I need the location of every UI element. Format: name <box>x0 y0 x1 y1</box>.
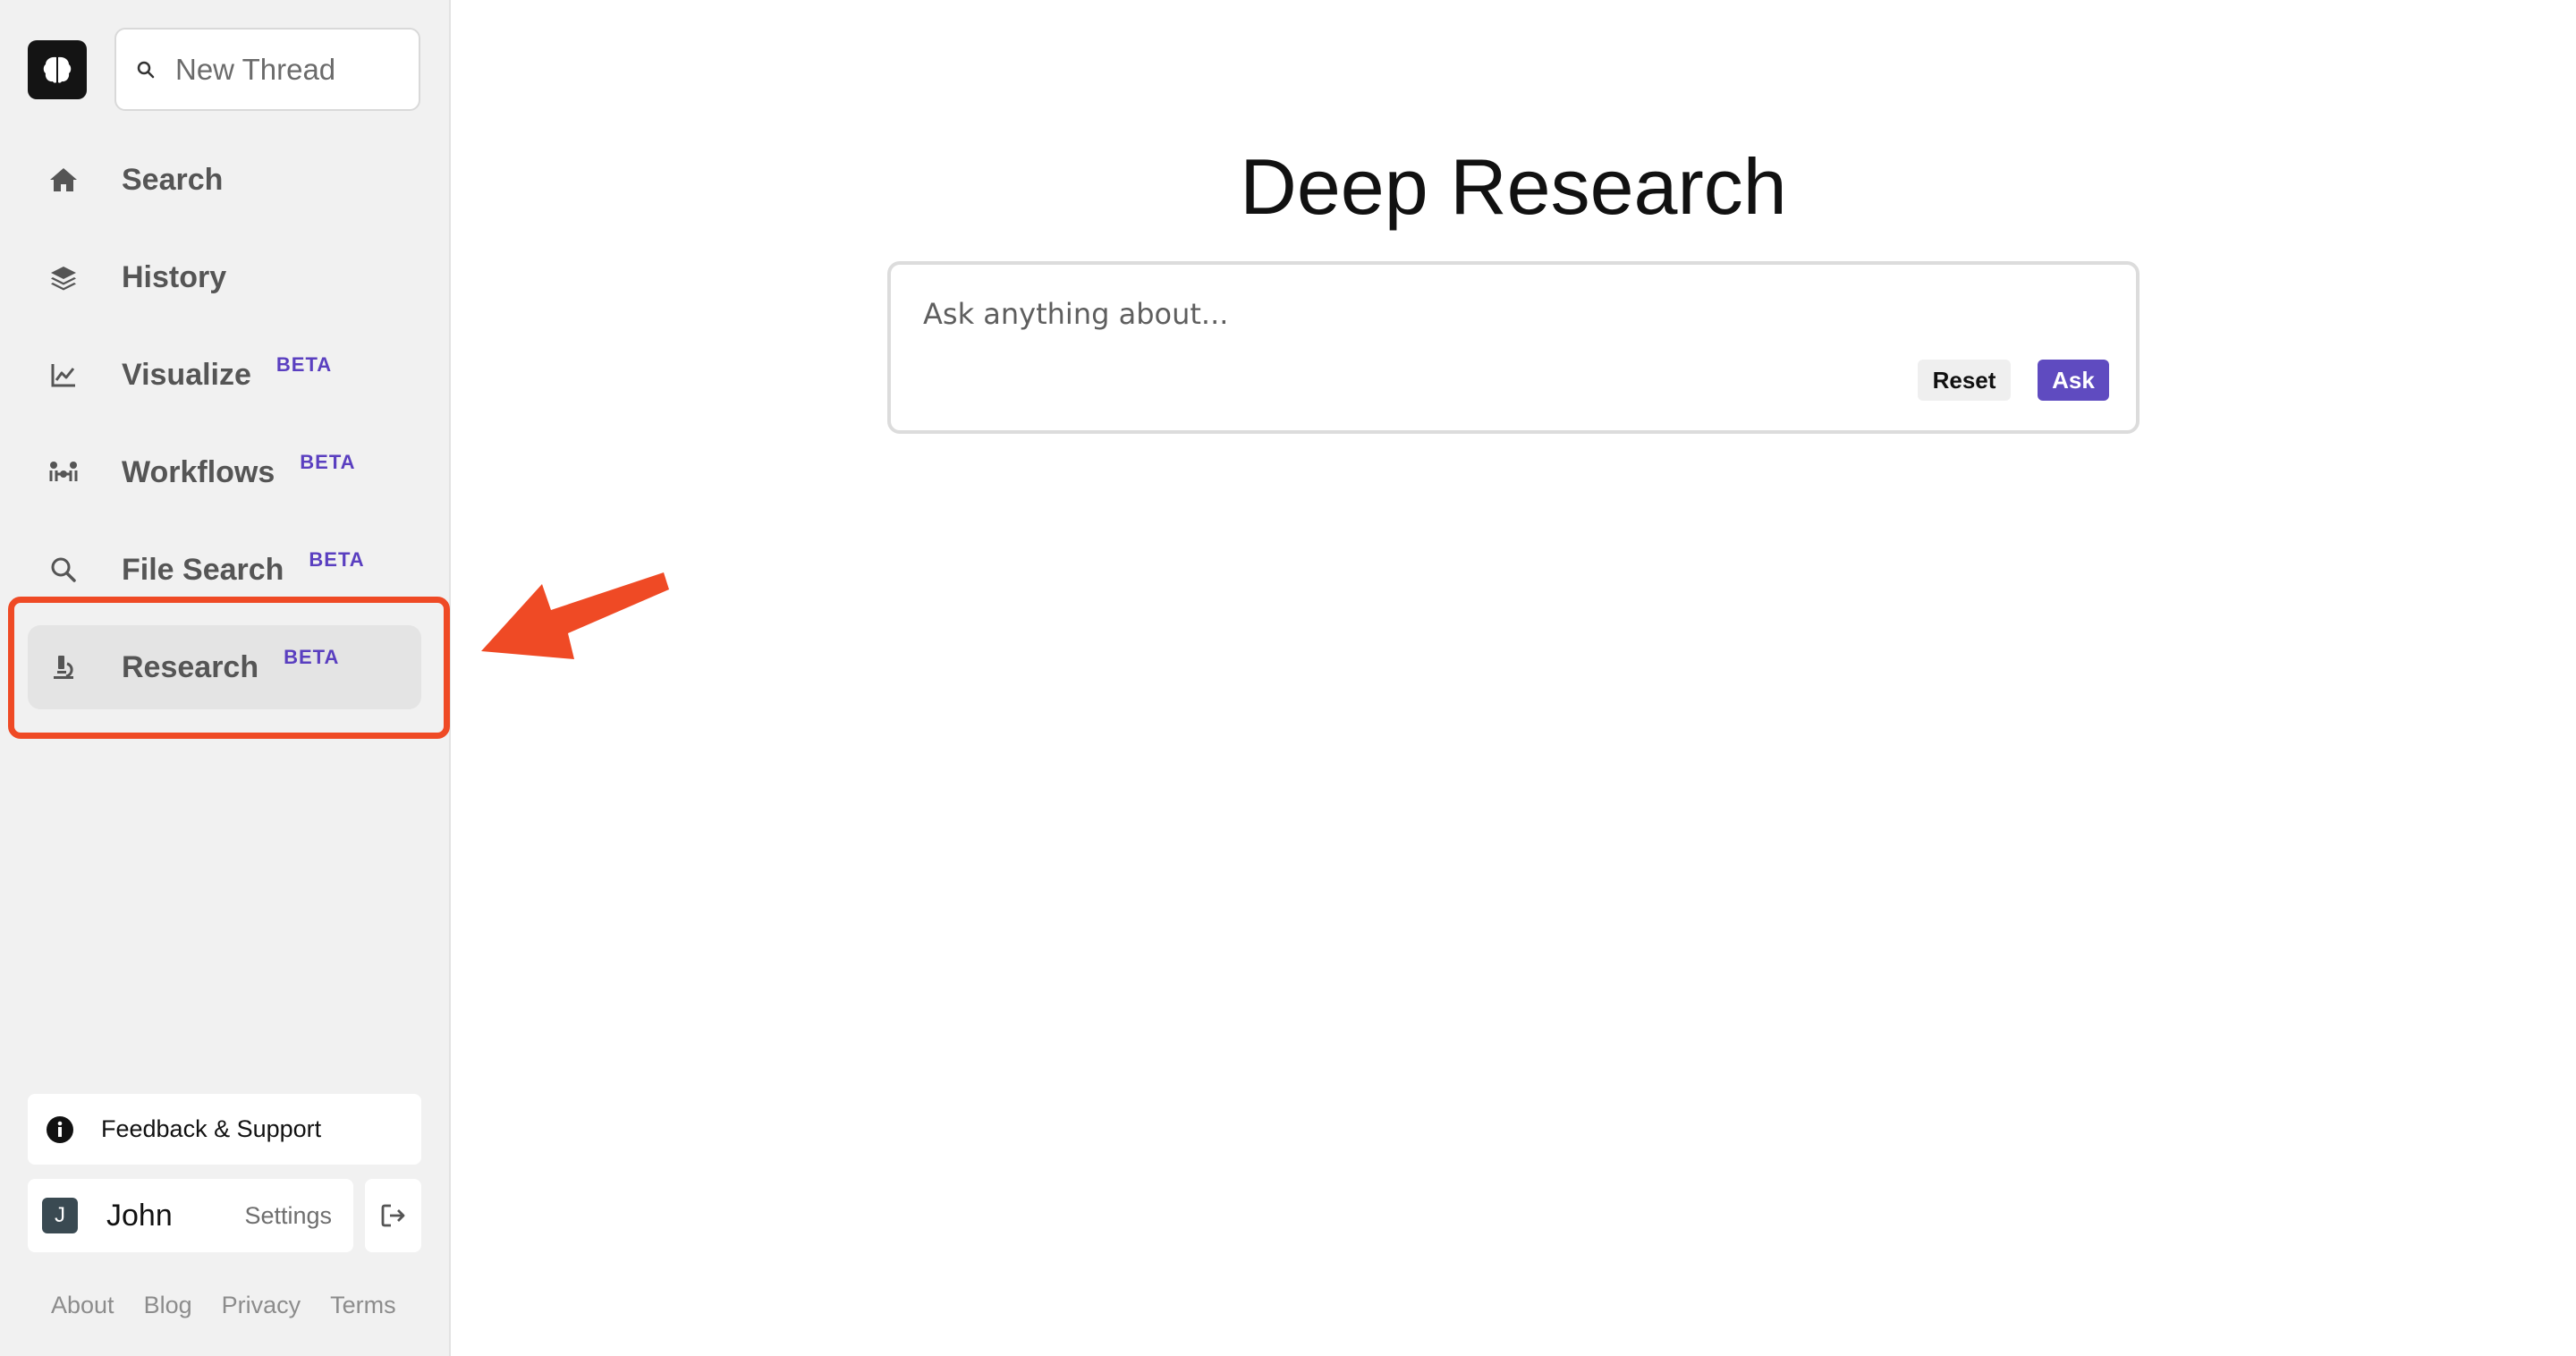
app-logo[interactable] <box>28 40 87 99</box>
microscope-icon <box>47 651 80 683</box>
sidebar-item-label: File Search <box>122 552 284 587</box>
home-icon <box>47 164 80 196</box>
footer-link-terms[interactable]: Terms <box>330 1292 396 1319</box>
sidebar-item-history[interactable]: History <box>28 235 421 319</box>
reset-button[interactable]: Reset <box>1918 360 2011 401</box>
logout-button[interactable] <box>365 1179 421 1252</box>
sidebar-item-research[interactable]: Research BETA <box>28 625 421 709</box>
footer-link-privacy[interactable]: Privacy <box>222 1292 301 1319</box>
sidebar-item-visualize[interactable]: Visualize BETA <box>28 333 421 417</box>
user-card[interactable]: J John Settings <box>28 1179 353 1252</box>
feedback-support-button[interactable]: Feedback & Support <box>28 1094 421 1165</box>
sidebar-item-search[interactable]: Search <box>28 138 421 222</box>
new-thread-label: New Thread <box>175 52 336 86</box>
beta-badge: BETA <box>284 646 340 668</box>
new-thread-input[interactable]: New Thread <box>114 28 420 111</box>
ask-box: Reset Ask <box>887 261 2140 434</box>
magnifier-icon <box>47 554 80 586</box>
layers-icon <box>47 261 80 293</box>
footer-links: About Blog Privacy Terms <box>51 1292 426 1319</box>
settings-link[interactable]: Settings <box>244 1202 332 1230</box>
sidebar-item-workflows[interactable]: Workflows BETA <box>28 430 421 514</box>
page-title: Deep Research <box>1240 142 1787 231</box>
ask-button[interactable]: Ask <box>2038 360 2109 401</box>
line-chart-icon <box>47 359 80 391</box>
sidebar-item-label: History <box>122 259 227 294</box>
workflow-icon <box>47 456 80 488</box>
sidebar-item-label: Search <box>122 162 224 197</box>
beta-badge: BETA <box>309 548 365 571</box>
annotation-arrow-icon <box>481 572 669 659</box>
feedback-label: Feedback & Support <box>101 1115 322 1142</box>
beta-badge: BETA <box>275 353 333 376</box>
footer-link-about[interactable]: About <box>51 1292 114 1319</box>
sidebar-item-label: Visualize <box>122 357 251 392</box>
sidebar-item-file-search[interactable]: File Search BETA <box>28 528 421 612</box>
ask-input[interactable] <box>923 297 2086 331</box>
brain-icon <box>43 56 72 83</box>
beta-badge: BETA <box>300 451 356 473</box>
avatar: J <box>42 1198 78 1233</box>
sidebar-item-label: Research <box>122 649 259 684</box>
user-name: John <box>106 1198 173 1233</box>
info-icon <box>47 1115 73 1143</box>
sidebar-item-label: Workflows <box>122 454 275 489</box>
logout-icon <box>381 1204 404 1227</box>
footer-link-blog[interactable]: Blog <box>144 1292 192 1319</box>
search-icon <box>137 61 155 78</box>
sidebar: New Thread Search History Visualize BETA <box>0 0 451 1356</box>
